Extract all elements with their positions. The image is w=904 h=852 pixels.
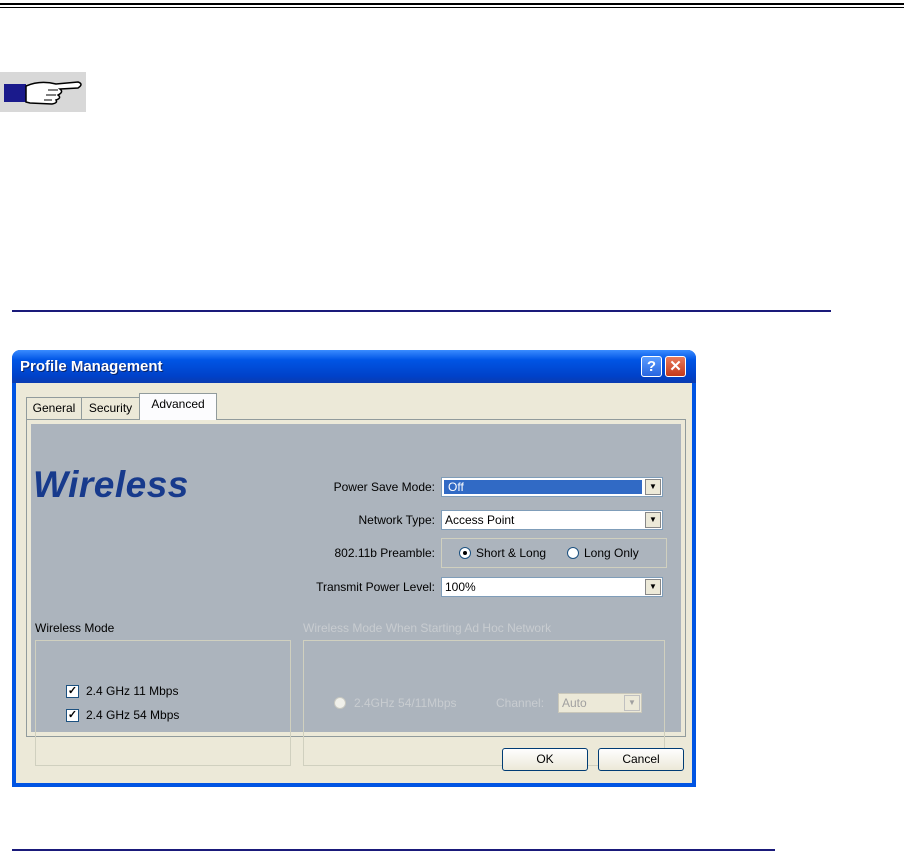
dialog-client-area: General Security Advanced Wireless Power… [16,383,692,783]
radio-short-long-label: Short & Long [476,546,547,560]
radio-adhoc-54-11[interactable] [334,697,346,709]
advanced-panel: Wireless Power Save Mode: Off ▼ Network … [31,424,681,766]
top-double-rule-thin [0,7,904,8]
network-type-label: Network Type: [358,513,435,527]
checkbox-11mbps[interactable]: ✓ [66,685,79,698]
checkbox-54mbps-label: 2.4 GHz 54 Mbps [86,708,180,722]
profile-management-dialog: Profile Management ? ✕ General Security … [12,350,696,787]
checkbox-54mbps[interactable]: ✓ [66,709,79,722]
channel-value: Auto [562,696,587,710]
power-save-mode-label: Power Save Mode: [333,480,435,494]
tab-security[interactable]: Security [81,397,140,419]
checkbox-11mbps-label: 2.4 GHz 11 Mbps [86,684,179,698]
help-button[interactable]: ? [641,356,662,377]
transmit-power-select[interactable]: 100% ▼ [441,577,663,597]
radio-adhoc-54-11-label: 2.4GHz 54/11Mbps [354,696,457,710]
chevron-down-icon[interactable]: ▼ [624,695,640,711]
wireless-mode-group: ✓ 2.4 GHz 11 Mbps ✓ 2.4 GHz 54 Mbps [35,640,291,766]
power-save-mode-value: Off [444,480,642,494]
radio-long-only-label: Long Only [584,546,639,560]
power-save-mode-select[interactable]: Off ▼ [441,477,663,497]
transmit-power-value: 100% [445,580,476,594]
channel-label: Channel: [496,696,545,710]
transmit-power-label: Transmit Power Level: [316,580,435,594]
radio-short-long[interactable] [459,547,471,559]
chevron-down-icon[interactable]: ▼ [645,512,661,528]
cancel-button[interactable]: Cancel [598,748,684,771]
network-type-select[interactable]: Access Point ▼ [441,510,663,530]
radio-long-only[interactable] [567,547,579,559]
ok-button[interactable]: OK [502,748,588,771]
preamble-radio-group: Short & Long Long Only [441,538,667,568]
channel-select[interactable]: Auto ▼ [558,693,642,713]
close-icon: ✕ [669,358,682,375]
network-type-value: Access Point [445,513,515,527]
pointing-hand-note-icon [0,72,86,112]
blue-rule-top [12,310,831,312]
preamble-label: 802.11b Preamble: [334,546,435,560]
chevron-down-icon[interactable]: ▼ [645,579,661,595]
title-bar[interactable]: Profile Management ? ✕ [12,350,696,383]
adhoc-group-title: Wireless Mode When Starting Ad Hoc Netwo… [303,621,552,635]
wireless-mode-group-title: Wireless Mode [35,621,115,635]
tab-advanced[interactable]: Advanced [139,393,217,420]
window-title: Profile Management [20,358,163,375]
top-double-rule [0,3,904,5]
question-mark-icon: ? [646,358,657,375]
tab-general[interactable]: General [26,397,82,419]
brand-logo-text: Wireless [33,464,189,505]
blue-rule-bottom [12,849,775,851]
close-button[interactable]: ✕ [665,356,686,377]
chevron-down-icon[interactable]: ▼ [645,479,661,495]
tab-page-advanced: Wireless Power Save Mode: Off ▼ Network … [26,419,686,766]
